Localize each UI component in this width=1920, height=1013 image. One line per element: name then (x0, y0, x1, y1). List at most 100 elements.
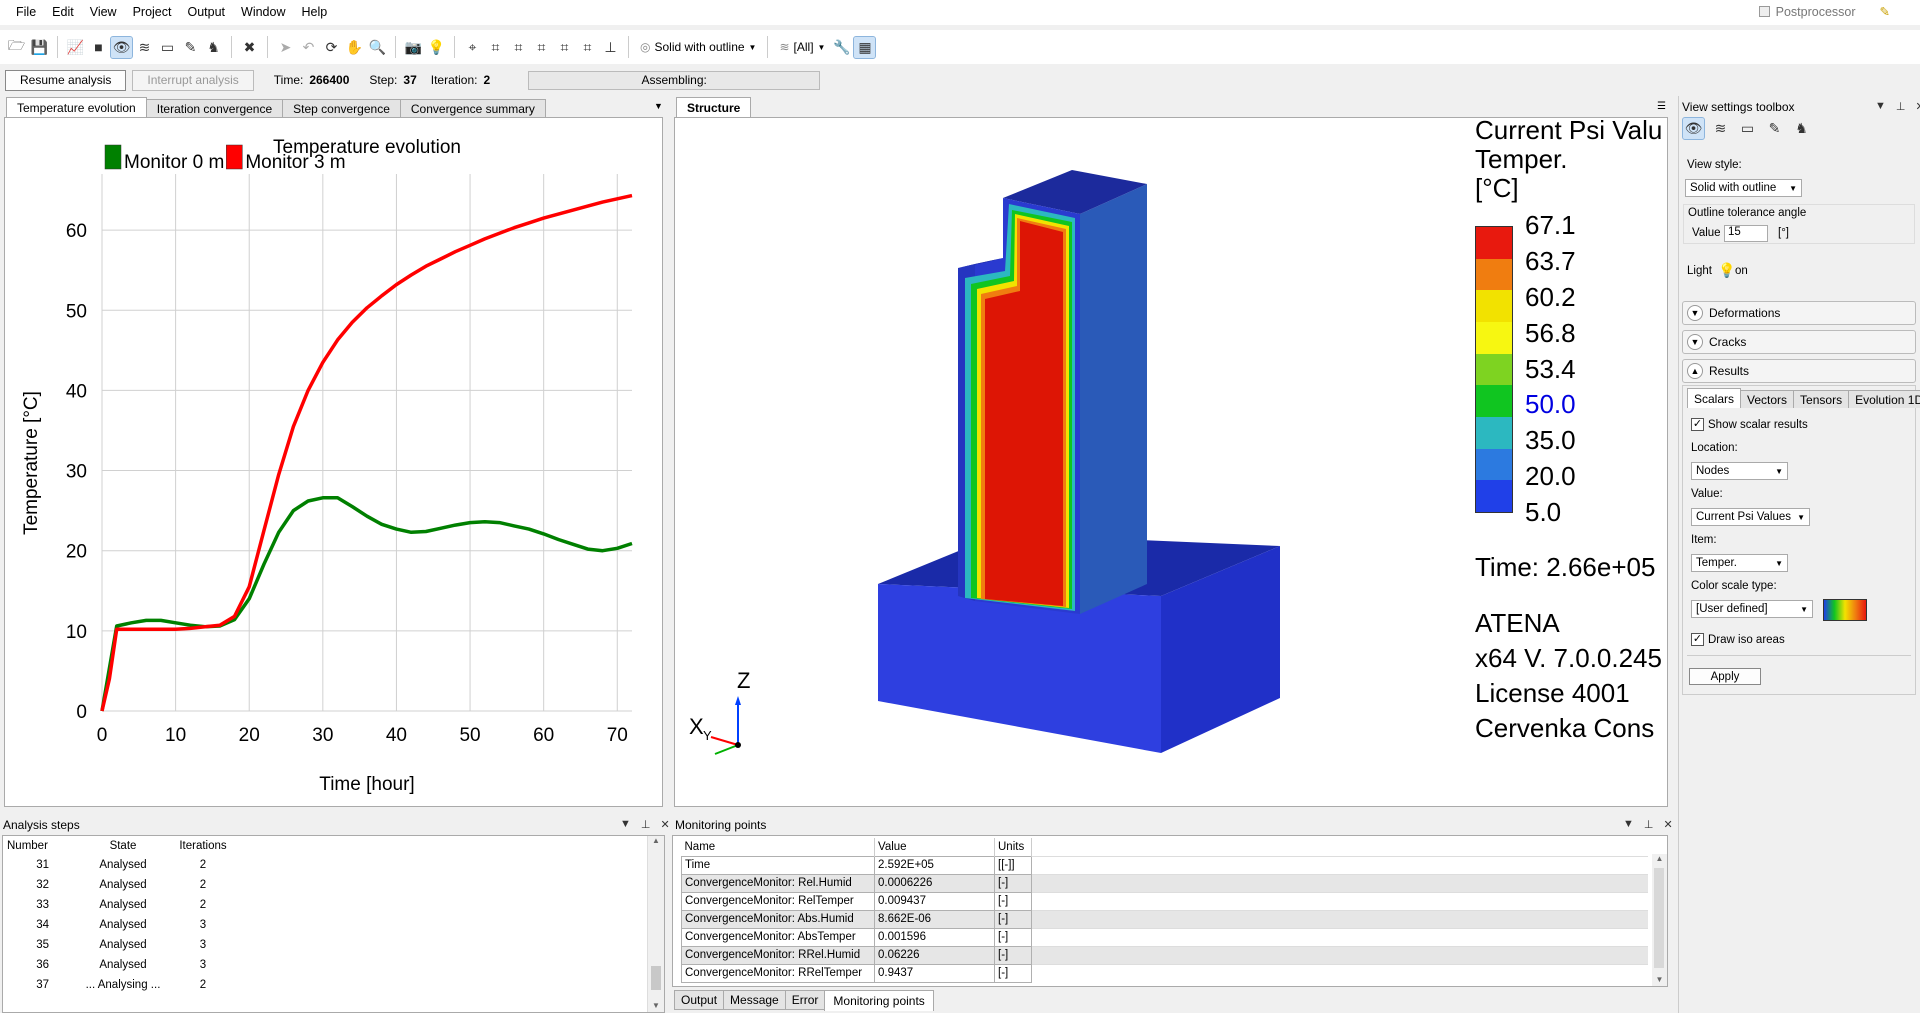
table-row[interactable]: ConvergenceMonitor: AbsTemper 0.001596 [-] (681, 927, 1648, 947)
table-row[interactable]: Time 2.592E+05 [[-]] (681, 855, 1648, 875)
view-xz-icon[interactable]: ⌗ (508, 37, 529, 58)
color-scale-preview-button[interactable] (1823, 599, 1867, 621)
menu-help[interactable]: Help (293, 0, 335, 25)
apply-button[interactable]: Apply (1689, 668, 1761, 685)
column-units[interactable]: Units (994, 838, 1032, 856)
chart-icon[interactable]: 📈 (65, 37, 86, 58)
table-row[interactable]: ConvergenceMonitor: Abs.Humid 8.662E-06 [-… (681, 909, 1648, 929)
pointer-icon[interactable]: ➤ (275, 37, 296, 58)
color-scale-select[interactable]: [User defined] ▼ (1691, 600, 1813, 618)
pin-icon[interactable]: ⊥ (641, 818, 651, 831)
resume-analysis-button[interactable]: Resume analysis (5, 69, 127, 91)
tab-step-convergence[interactable]: Step convergence (282, 99, 401, 117)
table-row[interactable]: 33 Analysed 2 (3, 895, 648, 915)
scroll-down-icon[interactable]: ▼ (648, 1001, 664, 1010)
table-row[interactable]: ConvergenceMonitor: RelTemper 0.009437 [-] (681, 891, 1648, 911)
show-scalar-checkbox[interactable]: ✓ Show scalar results (1691, 418, 1808, 431)
tab-vectors[interactable]: Vectors (1740, 390, 1795, 408)
structure-viewport[interactable]: Z X Y Current Psi Valu Temper. [°C] 67.1… (674, 117, 1668, 807)
section-cracks[interactable]: ▼ Cracks (1682, 330, 1916, 354)
eye-icon[interactable]: 👁 (1682, 117, 1705, 140)
value-select[interactable]: Current Psi Values ▼ (1691, 508, 1810, 526)
menu-window[interactable]: Window (233, 0, 293, 25)
item-select[interactable]: Temper. ▼ (1691, 554, 1788, 572)
calculator-icon[interactable]: ▦ (853, 35, 877, 59)
view-yz-icon[interactable]: ⌗ (531, 37, 552, 58)
animal-icon[interactable]: ♞ (1791, 118, 1812, 139)
undo-icon[interactable]: ↶ (298, 37, 319, 58)
column-name[interactable]: Name (681, 838, 875, 856)
view-xy-icon[interactable]: ⌗ (485, 37, 506, 58)
app-mode-switch[interactable]: Postprocessor ✎ (1758, 4, 1890, 19)
table-row[interactable]: 37 ... Analysing ... 2 (3, 975, 648, 995)
layers-icon[interactable]: ≋ (134, 37, 155, 58)
menu-edit[interactable]: Edit (44, 0, 82, 25)
layers-icon[interactable]: ≋ (1710, 118, 1731, 139)
rotate-icon[interactable]: ⟳ (321, 37, 342, 58)
save-icon[interactable]: 💾 (29, 37, 50, 58)
column-value[interactable]: Value (874, 838, 995, 856)
view-front-icon[interactable]: ⌗ (554, 37, 575, 58)
pencil-icon[interactable]: ✎ (1764, 118, 1785, 139)
view-iso-icon[interactable]: ⌖ (462, 37, 483, 58)
column-iterations[interactable]: Iterations (163, 837, 243, 855)
location-select[interactable]: Nodes ▼ (1691, 462, 1788, 480)
wrench-icon[interactable]: 🔧 (831, 37, 852, 58)
pin-icon[interactable]: ⊥ (1896, 100, 1906, 113)
view-back-icon[interactable]: ⌗ (577, 37, 598, 58)
table-row[interactable]: ConvergenceMonitor: RRel.Humid 0.06226 [-] (681, 945, 1648, 965)
tab-structure[interactable]: Structure (676, 97, 752, 117)
menu-output[interactable]: Output (179, 0, 233, 25)
tab-temperature-evolution[interactable]: Temperature evolution (6, 97, 147, 117)
steps-scrollbar[interactable]: ▲ ▼ (647, 836, 664, 1012)
table-row[interactable]: 35 Analysed 3 (3, 935, 648, 955)
interrupt-analysis-button[interactable]: Interrupt analysis (132, 69, 254, 91)
bulb-icon[interactable]: 💡 (426, 37, 447, 58)
chevron-down-icon[interactable]: ▼ (654, 101, 663, 111)
view-style-dropdown[interactable]: ◎ Solid with outline ▼ (636, 40, 760, 54)
scroll-up-icon[interactable]: ▲ (648, 836, 664, 845)
comment-icon[interactable]: ▭ (1737, 118, 1758, 139)
tools-icon[interactable]: ✖ (239, 37, 260, 58)
layer-filter-dropdown[interactable]: ≋ [All] ▼ (775, 40, 829, 54)
table-row[interactable]: ConvergenceMonitor: Rel.Humid 0.0006226 [-… (681, 873, 1648, 893)
close-icon[interactable]: ✕ (660, 818, 669, 831)
tab-iteration-convergence[interactable]: Iteration convergence (145, 99, 284, 117)
pencil-icon[interactable]: ✎ (180, 37, 201, 58)
table-row[interactable]: 32 Analysed 2 (3, 875, 648, 895)
table-row[interactable]: 36 Analysed 3 (3, 955, 648, 975)
monitoring-scrollbar[interactable]: ▲ ▼ (1652, 854, 1667, 986)
dropdown-icon[interactable]: ▼ (1875, 100, 1886, 113)
view-style-select[interactable]: Solid with outline ▼ (1685, 179, 1802, 197)
pin-icon[interactable]: ⊥ (1644, 818, 1654, 831)
cube-icon[interactable]: ■ (88, 37, 109, 58)
axes-icon[interactable]: ⊥ (600, 37, 621, 58)
dropdown-icon[interactable]: ▼ (1623, 818, 1634, 831)
table-row[interactable]: 31 Analysed 2 (3, 855, 648, 875)
tab-tensors[interactable]: Tensors (1793, 390, 1850, 408)
tab-convergence-summary[interactable]: Convergence summary (399, 99, 546, 117)
bulb-icon[interactable]: 💡 (1718, 262, 1735, 279)
section-deformations[interactable]: ▼ Deformations (1682, 301, 1916, 325)
tab-monitoring-points[interactable]: Monitoring points (824, 990, 934, 1011)
pan-hand-icon[interactable]: ✋ (344, 37, 365, 58)
open-icon[interactable]: 🗁 (6, 37, 27, 58)
scroll-down-icon[interactable]: ▼ (1652, 975, 1667, 984)
tab-message[interactable]: Message (723, 990, 786, 1010)
close-icon[interactable]: ✕ (1663, 818, 1672, 831)
zoom-icon[interactable]: 🔍 (367, 37, 388, 58)
animal-icon[interactable]: ♞ (203, 37, 224, 58)
tab-error[interactable]: Error (784, 990, 826, 1010)
table-row[interactable]: 34 Analysed 3 (3, 915, 648, 935)
outline-angle-input[interactable]: 15 (1724, 225, 1768, 242)
menu-view[interactable]: View (82, 0, 125, 25)
draw-iso-checkbox[interactable]: ✓ Draw iso areas (1691, 633, 1785, 646)
table-row[interactable]: ConvergenceMonitor: RRelTemper 0.9437 [-] (681, 963, 1648, 983)
column-number[interactable]: Number (3, 837, 83, 855)
menu-file[interactable]: File (8, 0, 44, 25)
scroll-thumb[interactable] (1654, 868, 1664, 968)
tab-evolution-1d[interactable]: Evolution 1D (1848, 390, 1920, 408)
section-results[interactable]: ▲ Results (1682, 359, 1916, 383)
eye-icon[interactable]: 👁 (110, 35, 133, 59)
dropdown-icon[interactable]: ▼ (620, 818, 631, 831)
